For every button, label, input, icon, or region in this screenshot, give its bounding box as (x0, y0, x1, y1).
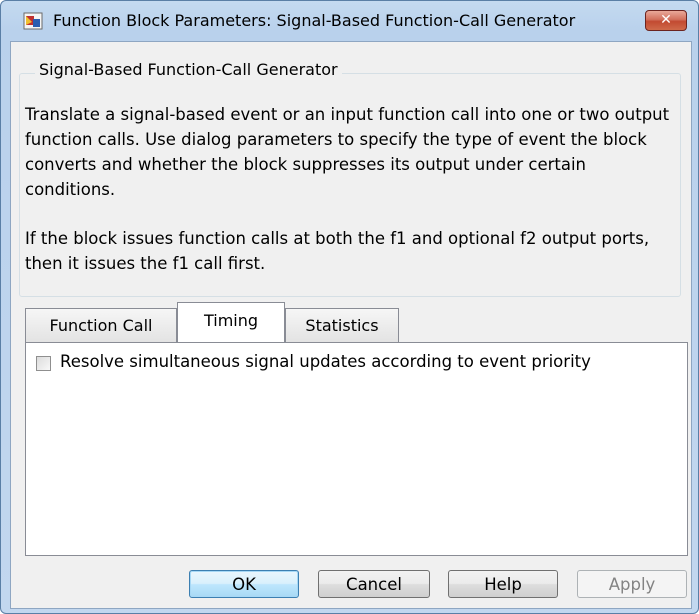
window-title: Function Block Parameters: Signal-Based … (53, 11, 576, 30)
description-paragraph: If the block issues function calls at bo… (25, 229, 650, 273)
block-description: Translate a signal-based event or an inp… (25, 102, 675, 300)
tab-function-call[interactable]: Function Call (25, 308, 177, 342)
ok-button[interactable]: OK (189, 570, 299, 598)
tab-statistics[interactable]: Statistics (285, 308, 399, 342)
title-bar[interactable]: Function Block Parameters: Signal-Based … (1, 1, 698, 41)
help-button[interactable]: Help (448, 570, 558, 598)
tab-timing[interactable]: Timing (177, 302, 285, 342)
dialog-window: Function Block Parameters: Signal-Based … (0, 0, 699, 614)
timing-tab-panel: Resolve simultaneous signal updates acco… (25, 342, 688, 556)
simulink-block-icon (23, 12, 43, 30)
group-title: Signal-Based Function-Call Generator (35, 60, 342, 79)
dialog-client-area: Signal-Based Function-Call Generator Tra… (10, 41, 692, 609)
cancel-button[interactable]: Cancel (318, 570, 430, 598)
close-icon: ✕ (660, 12, 672, 28)
checkbox-label[interactable]: Resolve simultaneous signal updates acco… (60, 352, 591, 371)
apply-button: Apply (577, 570, 687, 598)
description-paragraph: Translate a signal-based event or an inp… (25, 105, 670, 199)
resolve-simultaneous-updates-checkbox[interactable] (36, 356, 51, 371)
close-button[interactable]: ✕ (645, 10, 687, 31)
